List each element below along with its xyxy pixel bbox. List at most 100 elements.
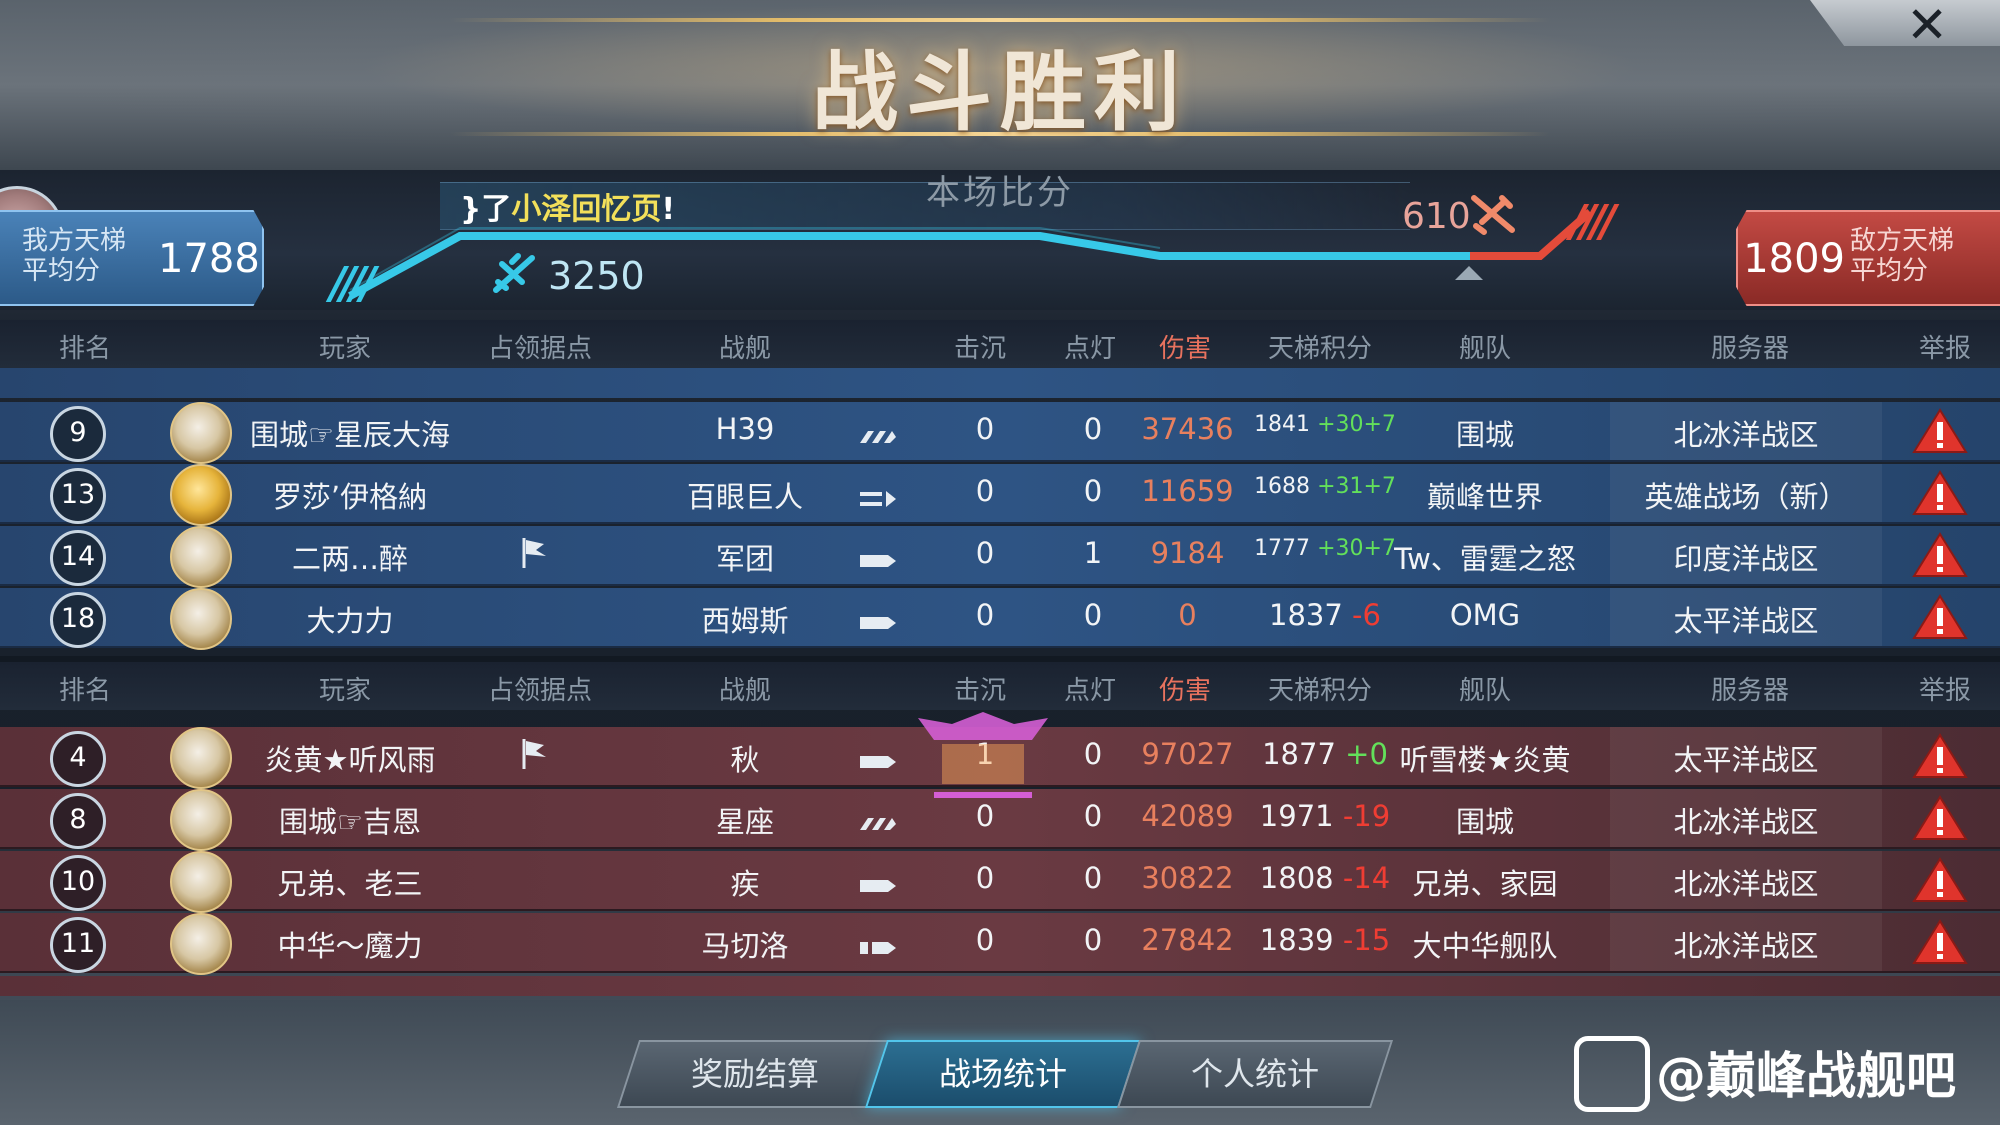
rank-badge: 13 xyxy=(50,468,106,524)
top-killer-crown-icon xyxy=(918,712,1048,798)
ship-name: 疾 xyxy=(730,867,760,901)
header-ship: 战舰 xyxy=(718,676,771,706)
spots: 0 xyxy=(1083,737,1103,771)
tab-battle-stats[interactable]: 战场统计 xyxy=(864,1040,1142,1108)
destroyer-ship-type-icon xyxy=(858,931,898,965)
fleet-name: 听雪楼★炎黄 xyxy=(1399,743,1571,777)
ladder-value: 1877 xyxy=(1262,737,1336,771)
damage: 27842 xyxy=(1141,923,1234,957)
header-rank: 排名 xyxy=(58,676,111,706)
server-name: 北冰洋战区 xyxy=(1673,418,1819,452)
score-progress-bar xyxy=(348,208,1593,300)
header-capture: 占领据点 xyxy=(487,334,592,364)
enemy-ladder-label: 敌方天梯 平均分 xyxy=(1850,226,1955,286)
carrier-ship-type-icon xyxy=(858,807,898,841)
ladder-delta: -19 xyxy=(1342,799,1391,833)
ladder-score: 1877 +0 xyxy=(1250,737,1400,771)
our-stripes-icon: //// xyxy=(330,258,376,309)
ladder-value: 1777 xyxy=(1254,536,1311,561)
table-header-ours: 排名 玩家 占领据点 战舰 击沉 点灯 伤害 天梯积分 舰队 服务器 举报 xyxy=(0,320,2000,368)
damage: 9184 xyxy=(1150,536,1225,570)
ladder-score: 1971 -19 xyxy=(1250,799,1400,833)
fleet-name: OMG xyxy=(1449,598,1521,632)
header-report: 举报 xyxy=(1918,334,1971,364)
watermark: @巅峰战舰吧 xyxy=(1656,1047,1956,1105)
ship-name: 军团 xyxy=(715,542,774,576)
player-name[interactable]: 炎黄★听风雨 xyxy=(240,737,460,779)
ship-name: 百眼巨人 xyxy=(686,480,803,514)
ladder-score: 1839 -15 xyxy=(1250,923,1400,957)
our-points: 3250 xyxy=(548,254,645,298)
server-name: 印度洋战区 xyxy=(1673,542,1819,576)
table-row[interactable]: 9 围城☞星辰大海 H39 0 0 37436 1841 +30+7 围城 北冰洋战区 xyxy=(0,402,2000,464)
ship-name: 西姆斯 xyxy=(701,604,789,638)
spots: 0 xyxy=(1083,799,1103,833)
table-row[interactable]: 14 二两…醉 军团 0 1 9184 1777 +30+7 Tw、雷霆之怒 印度洋战区 xyxy=(0,526,2000,588)
server-name: 北冰洋战区 xyxy=(1673,805,1819,839)
player-name[interactable]: 罗莎’伊格納 xyxy=(240,474,460,516)
table-row[interactable]: 11 中华～魔力 马切洛 0 0 27842 1839 -15 大中华舰队 北冰洋战区 xyxy=(0,913,2000,975)
rank-medal-icon xyxy=(170,402,232,464)
report-warning-icon[interactable] xyxy=(1912,408,1968,454)
rank-medal-icon xyxy=(170,588,232,650)
server-name: 太平洋战区 xyxy=(1673,604,1819,638)
tab-personal-stats[interactable]: 个人统计 xyxy=(1116,1040,1394,1108)
spots: 0 xyxy=(1083,474,1103,508)
header-fleet: 舰队 xyxy=(1458,334,1511,364)
table-row[interactable]: 13 罗莎’伊格納 百眼巨人 0 0 11659 1688 +31+7 巅峰世界 英雄战场（新） xyxy=(0,464,2000,526)
kills: 0 xyxy=(975,799,995,833)
table-row-partial xyxy=(0,976,2000,996)
cruiser-ship-type-icon xyxy=(858,606,898,640)
rank-badge: 8 xyxy=(50,793,106,849)
ladder-value: 1971 xyxy=(1259,799,1334,833)
player-name[interactable]: 围城☞星辰大海 xyxy=(240,412,460,454)
kills: 0 xyxy=(975,861,995,895)
tieba-logo-icon xyxy=(1574,1036,1650,1112)
player-name[interactable]: 兄弟、老三 xyxy=(240,861,460,903)
kills: 0 xyxy=(975,923,995,957)
kills: 0 xyxy=(975,598,995,632)
spots: 0 xyxy=(1083,923,1103,957)
header-capture: 占领据点 xyxy=(487,676,592,706)
player-name[interactable]: 大力力 xyxy=(240,598,460,640)
report-warning-icon[interactable] xyxy=(1912,919,1968,965)
spots: 1 xyxy=(1083,536,1103,570)
ship-name: 星座 xyxy=(715,805,774,839)
ladder-score: 1841 +30+7 xyxy=(1250,412,1400,437)
report-warning-icon[interactable] xyxy=(1912,857,1968,903)
carrier-ship-type-icon xyxy=(858,420,898,454)
enemy-stripes-icon: //// xyxy=(1570,196,1616,247)
spots: 0 xyxy=(1083,861,1103,895)
battleship-ship-type-icon xyxy=(858,482,898,516)
player-name[interactable]: 围城☞吉恩 xyxy=(240,799,460,841)
table-row[interactable]: 18 大力力 西姆斯 0 0 0 1837 -6 OMG 太平洋战区 xyxy=(0,588,2000,650)
ladder-delta: +30+7 xyxy=(1317,536,1396,561)
header-report: 举报 xyxy=(1918,676,1971,706)
ladder-value: 1808 xyxy=(1259,861,1334,895)
header-ladder: 天梯积分 xyxy=(1267,676,1372,706)
table-row-partial xyxy=(0,368,2000,398)
fleet-name: Tw、雷霆之怒 xyxy=(1394,542,1576,576)
player-name[interactable]: 中华～魔力 xyxy=(240,923,460,965)
ladder-score: 1688 +31+7 xyxy=(1250,474,1400,499)
fleet-name: 大中华舰队 xyxy=(1412,929,1558,963)
report-warning-icon[interactable] xyxy=(1912,594,1968,640)
ladder-value: 1688 xyxy=(1254,474,1311,499)
report-warning-icon[interactable] xyxy=(1912,470,1968,516)
table-row[interactable]: 10 兄弟、老三 疾 0 0 30822 1808 -14 兄弟、家园 北冰洋战区 xyxy=(0,851,2000,913)
header-fleet: 舰队 xyxy=(1458,676,1511,706)
report-warning-icon[interactable] xyxy=(1912,532,1968,578)
enemy-points: 610 xyxy=(1402,196,1471,237)
ship-name: 马切洛 xyxy=(701,929,789,963)
capture-flag-icon xyxy=(518,536,552,577)
ladder-value: 1839 xyxy=(1259,923,1334,957)
player-name[interactable]: 二两…醉 xyxy=(240,536,460,578)
kills: 0 xyxy=(975,536,995,570)
report-warning-icon[interactable] xyxy=(1912,795,1968,841)
report-warning-icon[interactable] xyxy=(1912,733,1968,779)
tab-rewards[interactable]: 奖励结算 xyxy=(616,1040,894,1108)
server-name: 太平洋战区 xyxy=(1673,743,1819,777)
server-name: 英雄战场（新） xyxy=(1644,480,1848,514)
score-marker xyxy=(1455,266,1483,280)
rank-badge: 18 xyxy=(50,592,106,648)
